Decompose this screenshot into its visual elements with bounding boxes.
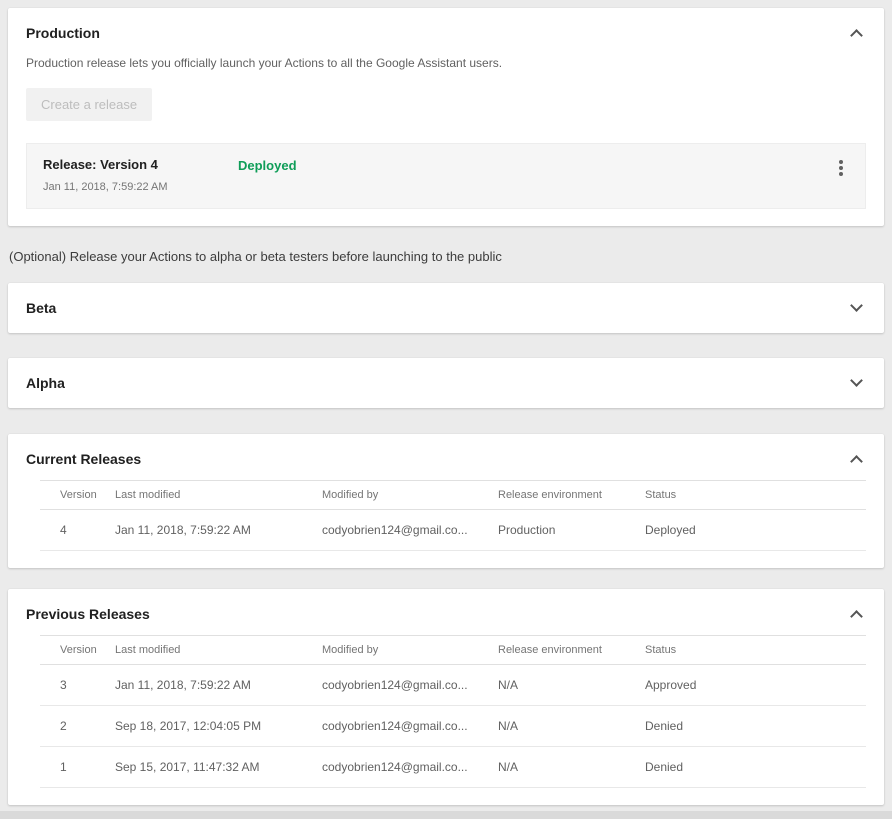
cell-modified-by: codyobrien124@gmail.co... bbox=[322, 510, 498, 551]
chevron-up-icon[interactable] bbox=[850, 455, 863, 468]
col-release-environment: Release environment bbox=[498, 636, 645, 665]
cell-last-modified: Sep 18, 2017, 12:04:05 PM bbox=[115, 706, 322, 747]
cell-modified-by: codyobrien124@gmail.co... bbox=[322, 747, 498, 788]
page-bottom-strip bbox=[0, 811, 892, 819]
alpha-card-header[interactable]: Alpha bbox=[26, 375, 866, 391]
alpha-title: Alpha bbox=[26, 375, 65, 391]
current-releases-header[interactable]: Current Releases bbox=[26, 451, 866, 467]
releases-page: Production Production release lets you o… bbox=[0, 0, 892, 813]
release-name: Release: Version 4 bbox=[43, 157, 238, 172]
cell-status: Approved bbox=[645, 665, 866, 706]
table-row: 2 Sep 18, 2017, 12:04:05 PM codyobrien12… bbox=[40, 706, 866, 747]
chevron-up-icon[interactable] bbox=[850, 29, 863, 42]
col-last-modified: Last modified bbox=[115, 636, 322, 665]
production-title: Production bbox=[26, 25, 100, 41]
cell-last-modified: Jan 11, 2018, 7:59:22 AM bbox=[115, 665, 322, 706]
alpha-card: Alpha bbox=[8, 358, 884, 408]
col-version: Version bbox=[40, 636, 115, 665]
previous-releases-card: Previous Releases Version Last modified … bbox=[8, 589, 884, 805]
create-release-button[interactable]: Create a release bbox=[26, 88, 152, 121]
cell-status: Denied bbox=[645, 706, 866, 747]
cell-last-modified: Sep 15, 2017, 11:47:32 AM bbox=[115, 747, 322, 788]
previous-releases-table: Version Last modified Modified by Releas… bbox=[40, 635, 866, 788]
cell-release-environment: N/A bbox=[498, 665, 645, 706]
cell-modified-by: codyobrien124@gmail.co... bbox=[322, 706, 498, 747]
beta-card: Beta bbox=[8, 283, 884, 333]
cell-version: 1 bbox=[40, 747, 115, 788]
optional-release-note: (Optional) Release your Actions to alpha… bbox=[9, 249, 884, 264]
beta-title: Beta bbox=[26, 300, 56, 316]
table-header-row: Version Last modified Modified by Releas… bbox=[40, 636, 866, 665]
current-releases-table: Version Last modified Modified by Releas… bbox=[40, 480, 866, 551]
col-version: Version bbox=[40, 481, 115, 510]
col-status: Status bbox=[645, 636, 866, 665]
cell-release-environment: N/A bbox=[498, 747, 645, 788]
cell-last-modified: Jan 11, 2018, 7:59:22 AM bbox=[115, 510, 322, 551]
cell-status: Deployed bbox=[645, 510, 866, 551]
production-card-header[interactable]: Production bbox=[26, 25, 866, 41]
cell-status: Denied bbox=[645, 747, 866, 788]
release-info: Release: Version 4 Jan 11, 2018, 7:59:22… bbox=[43, 157, 238, 193]
previous-releases-title: Previous Releases bbox=[26, 606, 150, 622]
production-release-row: Release: Version 4 Jan 11, 2018, 7:59:22… bbox=[26, 143, 866, 209]
col-release-environment: Release environment bbox=[498, 481, 645, 510]
cell-version: 3 bbox=[40, 665, 115, 706]
cell-version: 2 bbox=[40, 706, 115, 747]
table-row: 4 Jan 11, 2018, 7:59:22 AM codyobrien124… bbox=[40, 510, 866, 551]
chevron-down-icon[interactable] bbox=[850, 374, 863, 387]
chevron-up-icon[interactable] bbox=[850, 610, 863, 623]
chevron-down-icon[interactable] bbox=[850, 299, 863, 312]
production-description: Production release lets you officially l… bbox=[26, 56, 866, 70]
cell-release-environment: N/A bbox=[498, 706, 645, 747]
table-row: 3 Jan 11, 2018, 7:59:22 AM codyobrien124… bbox=[40, 665, 866, 706]
col-last-modified: Last modified bbox=[115, 481, 322, 510]
cell-version: 4 bbox=[40, 510, 115, 551]
production-card: Production Production release lets you o… bbox=[8, 8, 884, 226]
release-status-badge: Deployed bbox=[238, 158, 297, 173]
current-releases-card: Current Releases Version Last modified M… bbox=[8, 434, 884, 568]
table-header-row: Version Last modified Modified by Releas… bbox=[40, 481, 866, 510]
cell-release-environment: Production bbox=[498, 510, 645, 551]
release-date: Jan 11, 2018, 7:59:22 AM bbox=[43, 181, 238, 193]
kebab-menu-icon[interactable] bbox=[833, 157, 849, 179]
current-releases-title: Current Releases bbox=[26, 451, 141, 467]
col-modified-by: Modified by bbox=[322, 481, 498, 510]
cell-modified-by: codyobrien124@gmail.co... bbox=[322, 665, 498, 706]
beta-card-header[interactable]: Beta bbox=[26, 300, 866, 316]
previous-releases-header[interactable]: Previous Releases bbox=[26, 606, 866, 622]
table-row: 1 Sep 15, 2017, 11:47:32 AM codyobrien12… bbox=[40, 747, 866, 788]
col-status: Status bbox=[645, 481, 866, 510]
col-modified-by: Modified by bbox=[322, 636, 498, 665]
